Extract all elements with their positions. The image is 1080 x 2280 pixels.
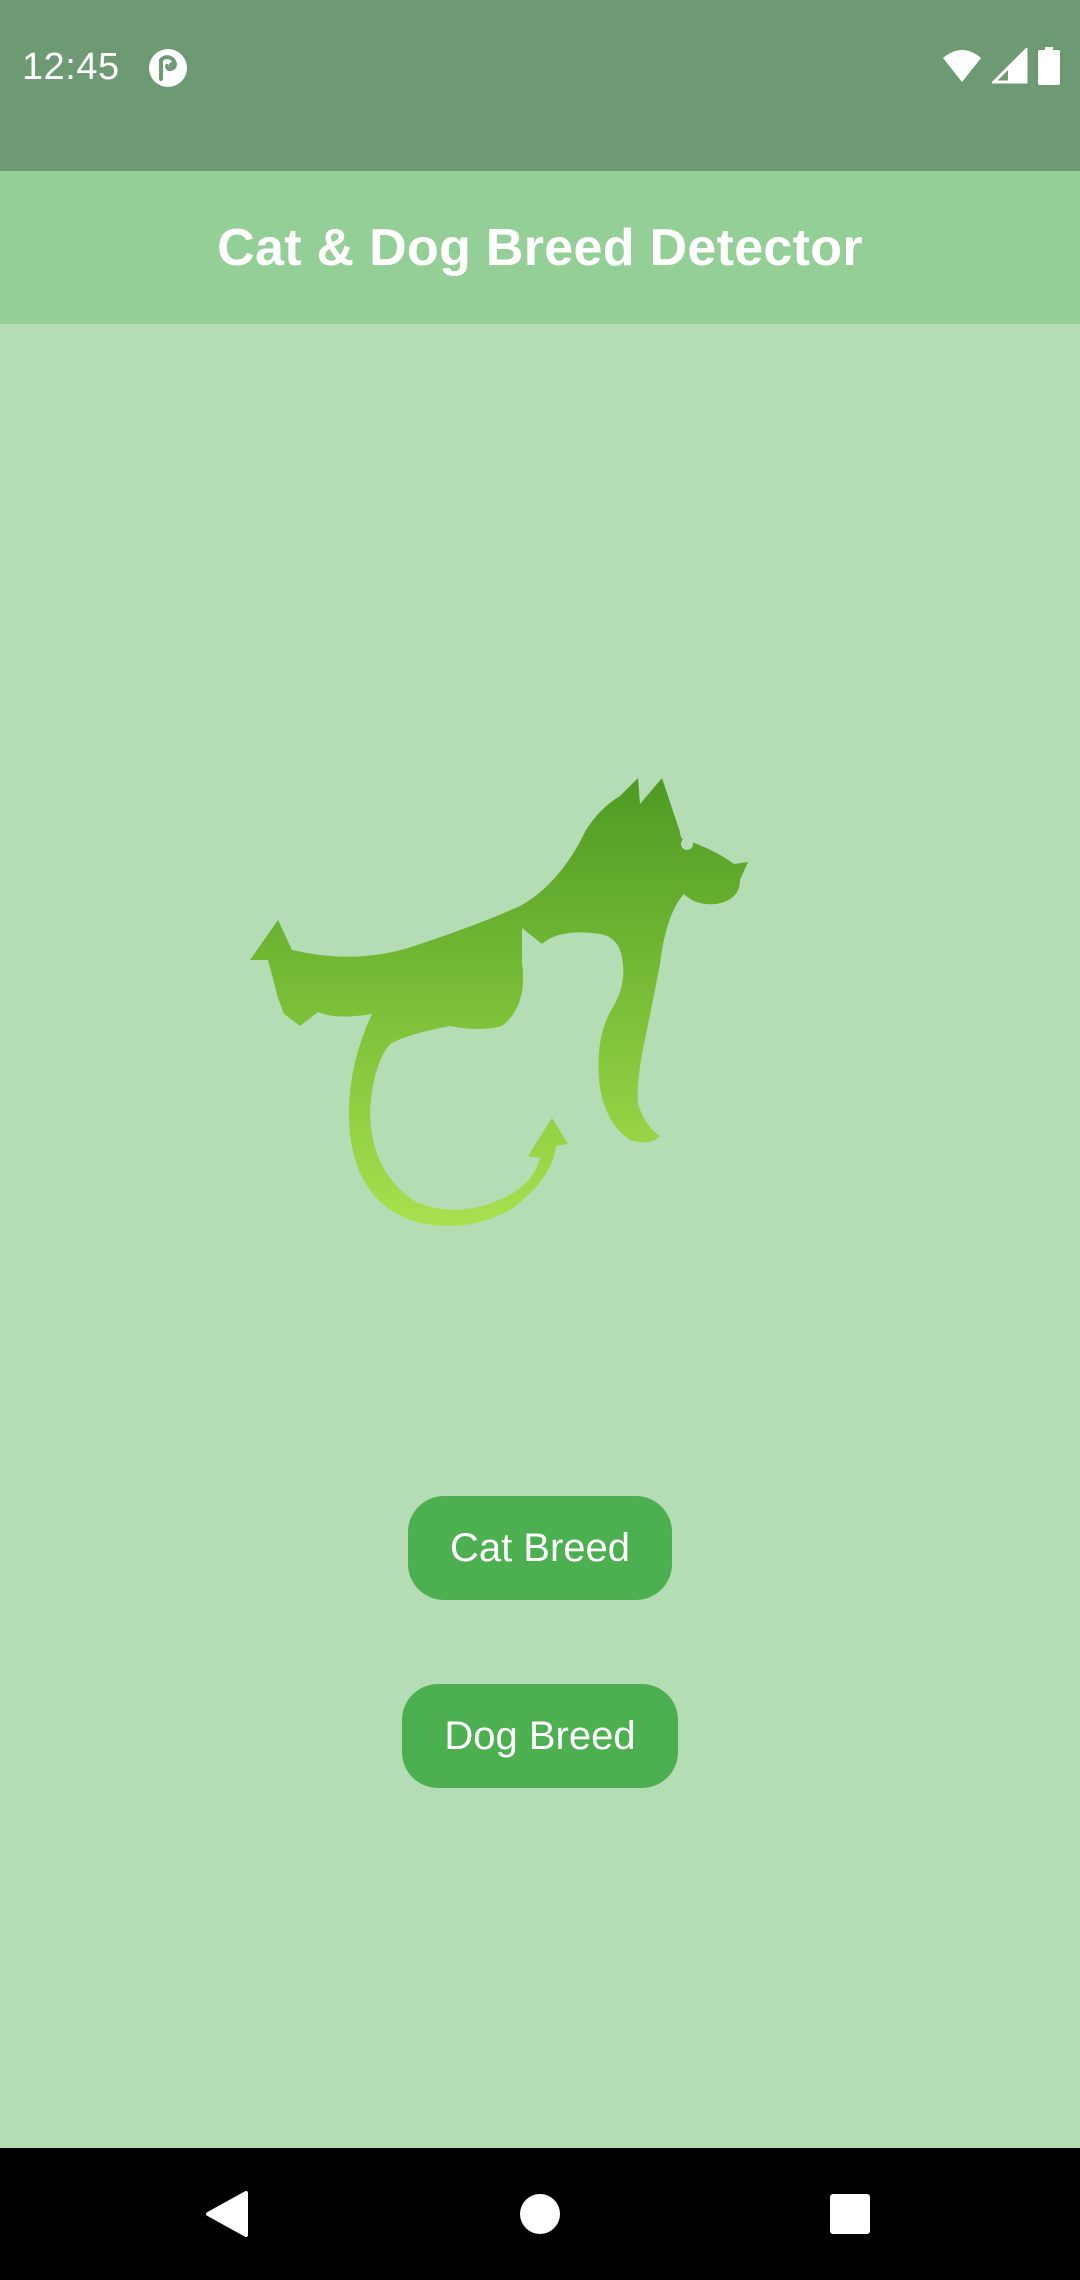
dog-breed-button[interactable]: Dog Breed [402,1684,678,1788]
page-title: Cat & Dog Breed Detector [217,218,863,277]
status-time: 12:45 [22,46,120,88]
screen: 12:45 Cat & Dog Breed Detector Cat Breed… [0,0,1080,2280]
cellular-signal-icon [990,45,1028,89]
battery-icon [1038,46,1060,90]
cat-dog-silhouette-icon [240,744,840,1584]
app-notification-icon [148,48,188,88]
status-bar: 12:45 [0,0,1080,171]
status-icons [942,45,1060,90]
main-content: Cat Breed Dog Breed [0,324,1080,2148]
wifi-icon [942,48,982,89]
home-icon[interactable] [500,2174,580,2254]
navigation-bar [0,2148,1080,2280]
cat-breed-button[interactable]: Cat Breed [408,1496,672,1600]
recents-icon[interactable] [810,2174,890,2254]
app-bar: Cat & Dog Breed Detector [0,171,1080,324]
back-icon[interactable] [186,2174,266,2254]
